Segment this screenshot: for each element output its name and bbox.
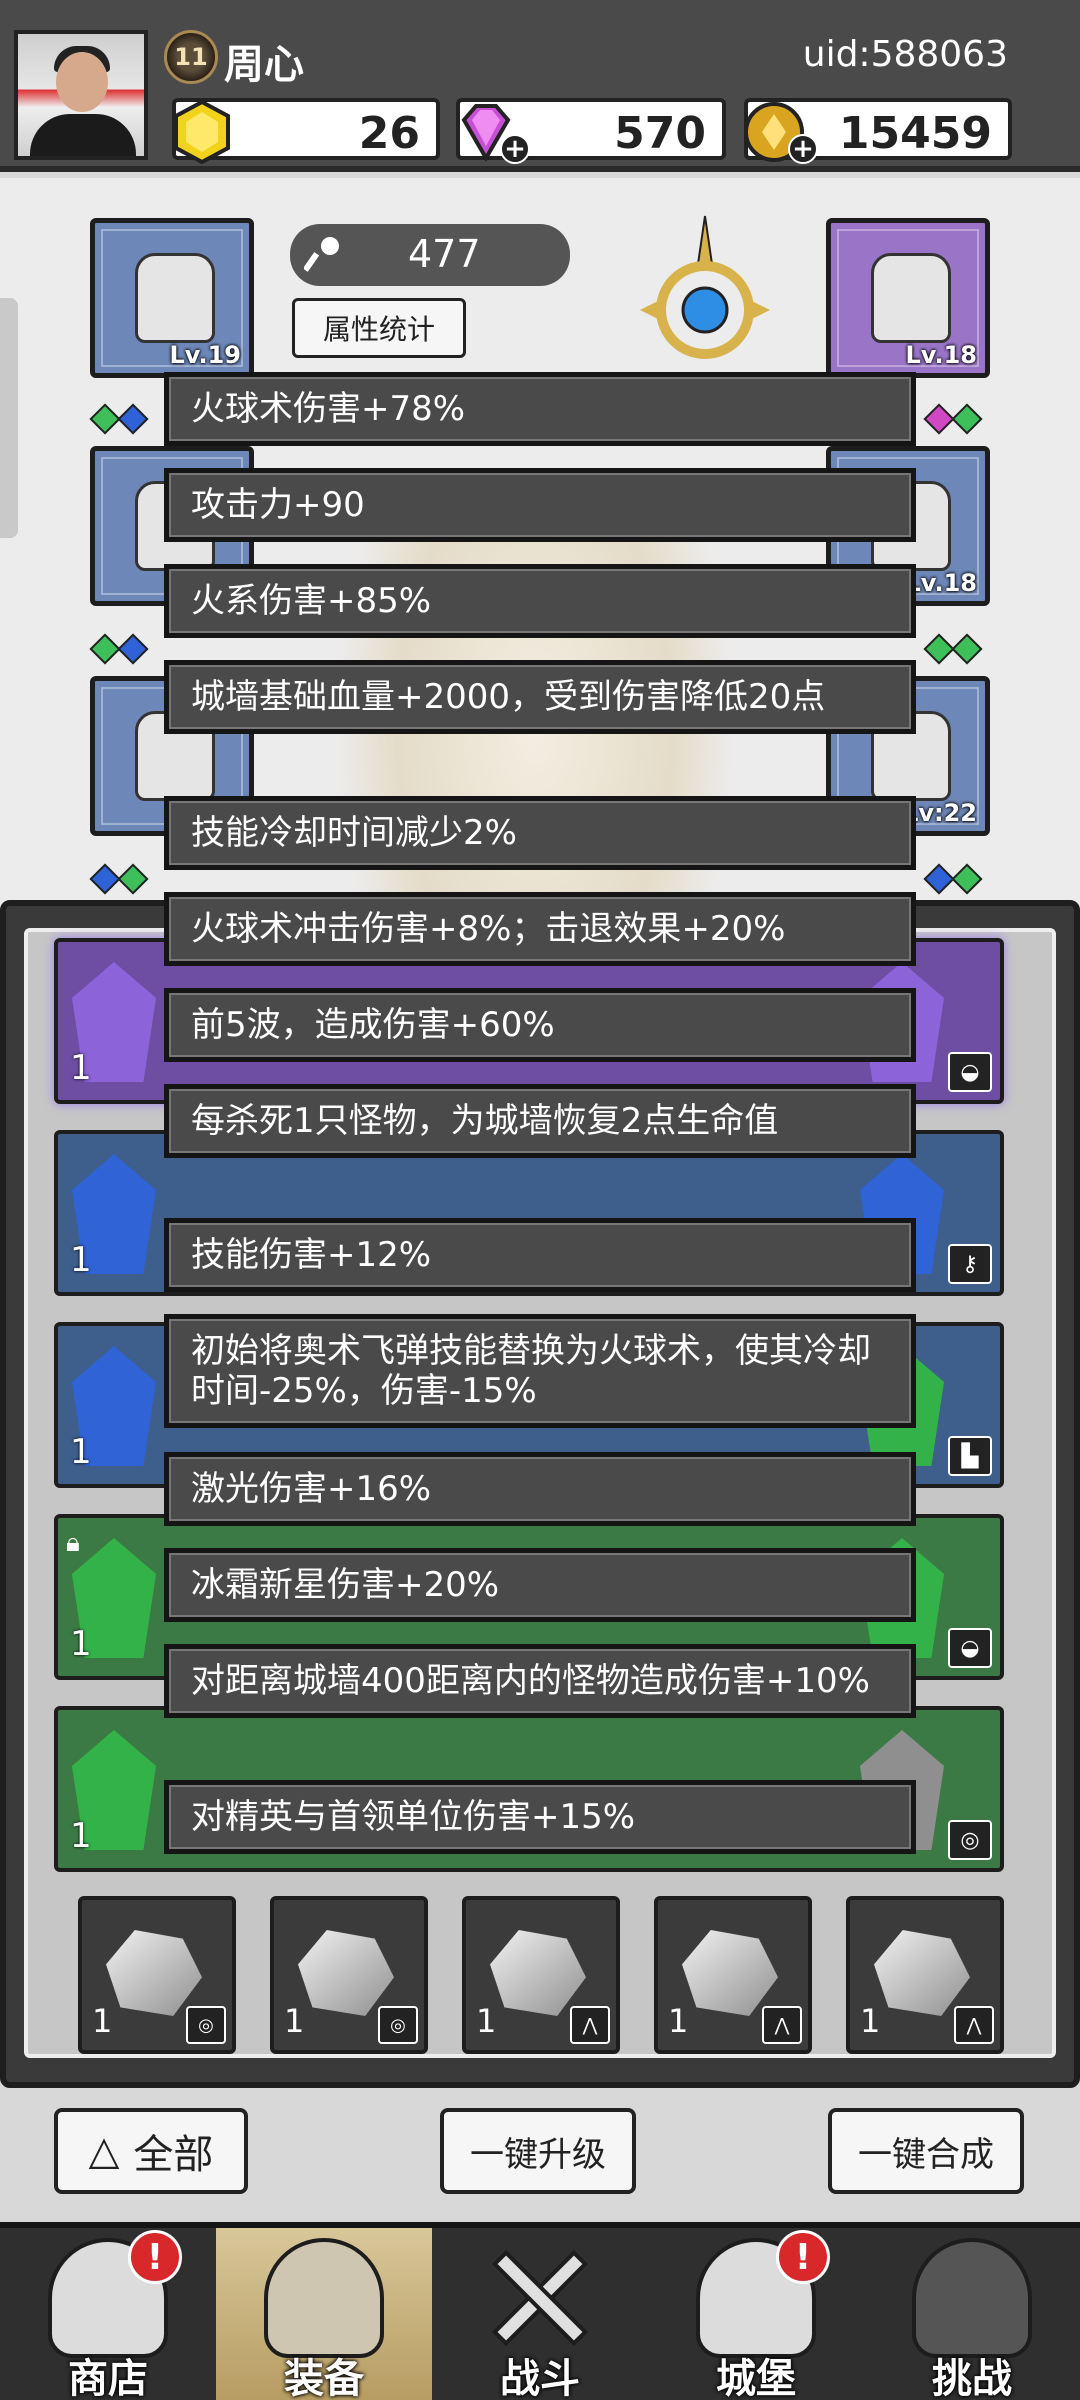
key-type-icon: ⚷	[948, 1244, 992, 1284]
socket-gems	[89, 403, 149, 435]
nav-battle[interactable]: 战斗	[432, 2228, 648, 2400]
boot-type-icon: ▙	[948, 1436, 992, 1476]
attribute-line: 技能伤害+12%	[164, 1218, 916, 1292]
triangle-up-icon: △	[88, 2128, 120, 2174]
yellow-hexagon-gem-icon	[174, 99, 230, 165]
inventory-cell[interactable]: 1 ◎	[78, 1896, 236, 2054]
combat-power-value: 477	[408, 232, 481, 276]
add-crystal-button[interactable]: +	[500, 134, 530, 164]
filter-all-button[interactable]: △ 全部	[54, 2108, 248, 2194]
avatar[interactable]	[14, 30, 148, 160]
player-name: 周心	[224, 42, 304, 88]
inventory-cell[interactable]: 1 ⋀	[462, 1896, 620, 2054]
helmet-type-icon: ◒	[948, 1628, 992, 1668]
alert-badge: !	[776, 2230, 830, 2284]
item-count: 1	[92, 2002, 113, 2040]
ring-type-icon: ◎	[378, 2006, 418, 2044]
gold-gem-counter[interactable]: 26	[172, 98, 440, 165]
attribute-line: 对精英与首领单位伤害+15%	[164, 1780, 916, 1854]
item-count: 1	[668, 2002, 689, 2040]
player-uid: uid:588063	[802, 34, 1008, 75]
gray-rock-icon	[298, 1930, 394, 2016]
helmet-slot-level: Lv.19	[169, 341, 242, 369]
attribute-line: 火球术伤害+78%	[164, 372, 916, 446]
nav-label: 商店	[68, 2356, 148, 2400]
coin-counter[interactable]: + 15459	[744, 98, 1012, 164]
attribute-line: 火球术冲击伤害+8%；击退效果+20%	[164, 892, 916, 966]
attribute-line: 火系伤害+85%	[164, 564, 916, 638]
helmet-slot[interactable]: Lv.19	[90, 218, 254, 378]
inventory-cell[interactable]: 1 ⋀	[846, 1896, 1004, 2054]
socket-gems	[923, 863, 983, 895]
item-count: 1	[70, 1240, 92, 1280]
coin-value: 15459	[838, 108, 992, 159]
attribute-line: 冰霜新星伤害+20%	[164, 1548, 916, 1622]
nav-label: 城堡	[716, 2356, 796, 2400]
crystal-value: 570	[614, 108, 706, 159]
nav-shop[interactable]: ! 商店	[0, 2228, 216, 2400]
shoulder-type-icon: ⋀	[762, 2006, 802, 2044]
shoulder-type-icon: ⋀	[954, 2006, 994, 2044]
merge-all-button[interactable]: 一键合成	[828, 2108, 1024, 2194]
gray-rock-icon	[490, 1930, 586, 2016]
ring-type-icon: ◎	[186, 2006, 226, 2044]
attribute-line: 初始将奥术飞弹技能替换为火球术，使其冷却时间-25%，伤害-15%	[164, 1314, 916, 1428]
socket-gems	[923, 403, 983, 435]
backpack-icon	[264, 2238, 384, 2358]
upgrade-all-button[interactable]: 一键升级	[440, 2108, 636, 2194]
item-count: 1	[476, 2002, 497, 2040]
item-count: 1	[70, 1432, 92, 1472]
attribute-line: 每杀死1只怪物，为城墙恢复2点生命值	[164, 1084, 916, 1158]
locked-shield-icon	[912, 2238, 1032, 2358]
gold-gem-value: 26	[358, 108, 420, 159]
nav-castle[interactable]: ! 城堡	[648, 2228, 864, 2400]
socket-gems	[89, 633, 149, 665]
socket-gems	[89, 863, 149, 895]
attribute-line: 技能冷却时间减少2%	[164, 796, 916, 870]
attribute-line: 激光伤害+16%	[164, 1452, 916, 1526]
combat-power: 477	[290, 224, 570, 286]
gray-rock-icon	[682, 1930, 778, 2016]
crystal-counter[interactable]: + 570	[456, 98, 726, 164]
ring-type-icon: ◎	[948, 1820, 992, 1860]
top-bar: 11 周心 uid:588063 26 + 570 + 15459	[0, 0, 1080, 172]
staff-weapon-icon	[640, 215, 770, 359]
side-scroll-tab[interactable]	[0, 298, 18, 538]
bracer-slot[interactable]: Lv.18	[826, 218, 990, 378]
inventory-cell[interactable]: 1 ⋀	[654, 1896, 812, 2054]
gray-rock-icon	[874, 1930, 970, 2016]
add-coin-button[interactable]: +	[788, 134, 818, 164]
bracer-slot-level: Lv.18	[905, 341, 978, 369]
attribute-stats-button[interactable]: 属性统计	[292, 298, 466, 358]
gray-rock-icon	[106, 1930, 202, 2016]
helmet-icon	[135, 253, 215, 343]
inventory-cell[interactable]: 1 ◎	[270, 1896, 428, 2054]
nav-equipment[interactable]: 装备	[216, 2228, 432, 2400]
nav-challenge[interactable]: 挑战	[864, 2228, 1080, 2400]
item-count: 1	[70, 1816, 92, 1856]
shoulder-type-icon: ⋀	[570, 2006, 610, 2044]
item-count: 1	[70, 1624, 92, 1664]
nav-label: 装备	[284, 2356, 364, 2400]
item-count: 1	[860, 2002, 881, 2040]
filter-all-label: 全部	[133, 2132, 214, 2178]
ring-slot-level: Lv.18	[905, 569, 978, 597]
socket-gems	[923, 633, 983, 665]
level-badge: 11	[164, 30, 218, 84]
attribute-line: 对距离城墙400距离内的怪物造成伤害+10%	[164, 1644, 916, 1718]
bracer-icon	[871, 253, 951, 343]
alert-badge: !	[128, 2230, 182, 2284]
key-icon	[304, 237, 339, 272]
crossed-swords-icon	[491, 2249, 589, 2347]
item-count: 1	[70, 1048, 92, 1088]
bottom-nav: ! 商店 装备 战斗 ! 城堡 挑战	[0, 2222, 1080, 2400]
lock-icon[interactable]: 🔒︎	[66, 1528, 100, 1562]
attribute-line: 前5波，造成伤害+60%	[164, 988, 916, 1062]
item-count: 1	[284, 2002, 305, 2040]
attribute-line: 攻击力+90	[164, 468, 916, 542]
nav-label: 战斗	[500, 2356, 580, 2400]
helmet-type-icon: ◒	[948, 1052, 992, 1092]
nav-label: 挑战	[932, 2356, 1012, 2400]
attribute-line: 城墙基础血量+2000，受到伤害降低20点	[164, 660, 916, 734]
